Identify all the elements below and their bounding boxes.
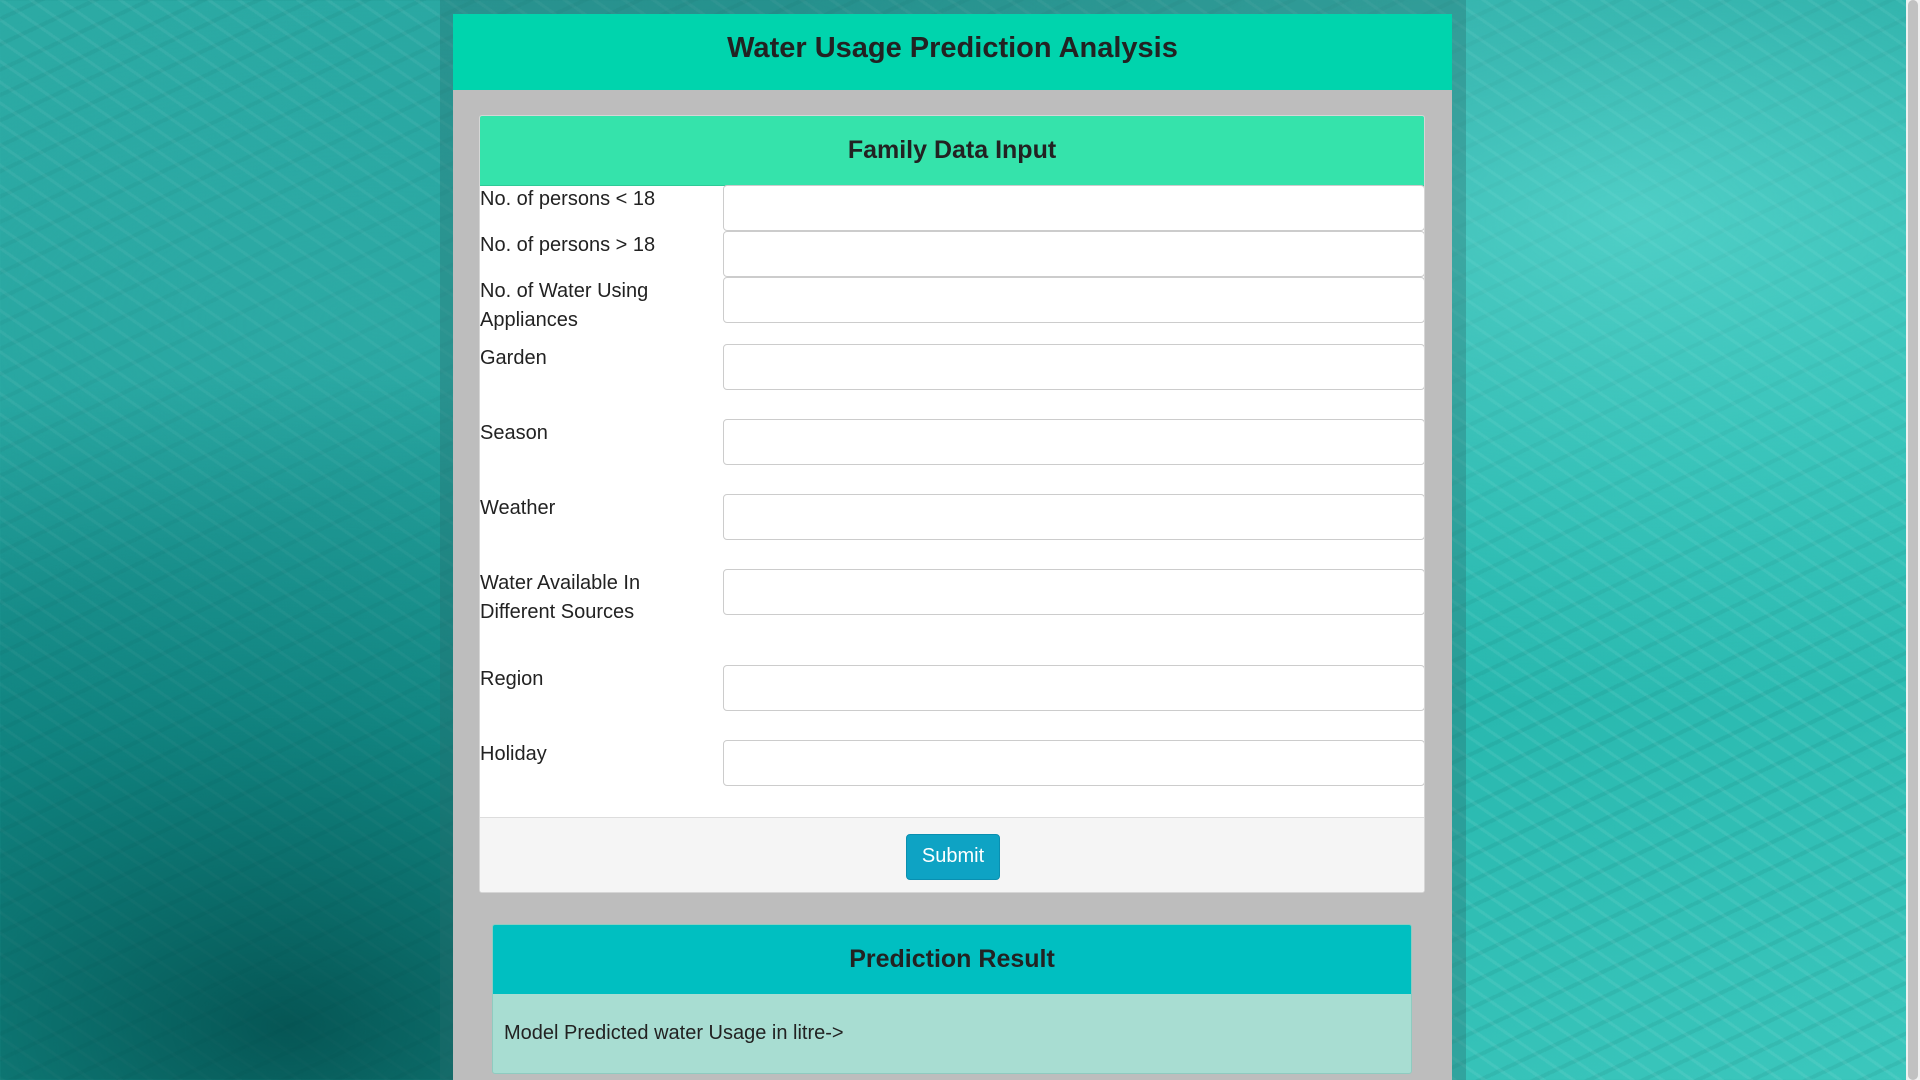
- result-card-header: Prediction Result: [493, 925, 1411, 994]
- weather-label: Weather: [480, 497, 556, 519]
- prediction-result-text: Model Predicted water Usage in litre->: [504, 1022, 844, 1044]
- vertical-scrollbar[interactable]: [1906, 0, 1920, 1080]
- season-label: Season: [480, 422, 548, 444]
- form-card-header: Family Data Input: [480, 116, 1424, 186]
- app-header: Water Usage Prediction Analysis: [453, 14, 1452, 90]
- persons-over-18-input[interactable]: [723, 231, 1424, 277]
- persons-under-18-input[interactable]: [723, 185, 1424, 231]
- holiday-input[interactable]: [723, 740, 1424, 786]
- persons-under-18-label: No. of persons < 18: [480, 188, 656, 210]
- season-input[interactable]: [723, 419, 1424, 465]
- garden-input[interactable]: [723, 344, 1424, 390]
- page-title: Water Usage Prediction Analysis: [727, 31, 1178, 64]
- family-data-form-card: Family Data Input No. of persons < 18 No…: [479, 115, 1425, 893]
- persons-over-18-label: No. of persons > 18: [480, 234, 656, 256]
- scrollbar-thumb[interactable]: [1908, 0, 1918, 1080]
- weather-input[interactable]: [723, 494, 1424, 540]
- region-input[interactable]: [723, 665, 1424, 711]
- garden-label: Garden: [480, 347, 547, 369]
- form-card-title: Family Data Input: [847, 136, 1057, 164]
- submit-button[interactable]: Submit: [906, 833, 1000, 880]
- holiday-label: Holiday: [480, 743, 547, 765]
- prediction-result-card: Prediction Result Model Predicted water …: [492, 924, 1412, 1074]
- water-appliances-label: No. of Water Using Appliances: [480, 280, 649, 331]
- water-appliances-input[interactable]: [723, 277, 1424, 323]
- main-panel: Water Usage Prediction Analysis Family D…: [453, 14, 1452, 1080]
- region-label: Region: [480, 668, 544, 690]
- form-footer: Submit: [480, 817, 1424, 892]
- water-sources-input[interactable]: [723, 569, 1424, 615]
- water-sources-label: Water Available In Different Sources: [480, 572, 641, 623]
- result-card-title: Prediction Result: [849, 945, 1055, 973]
